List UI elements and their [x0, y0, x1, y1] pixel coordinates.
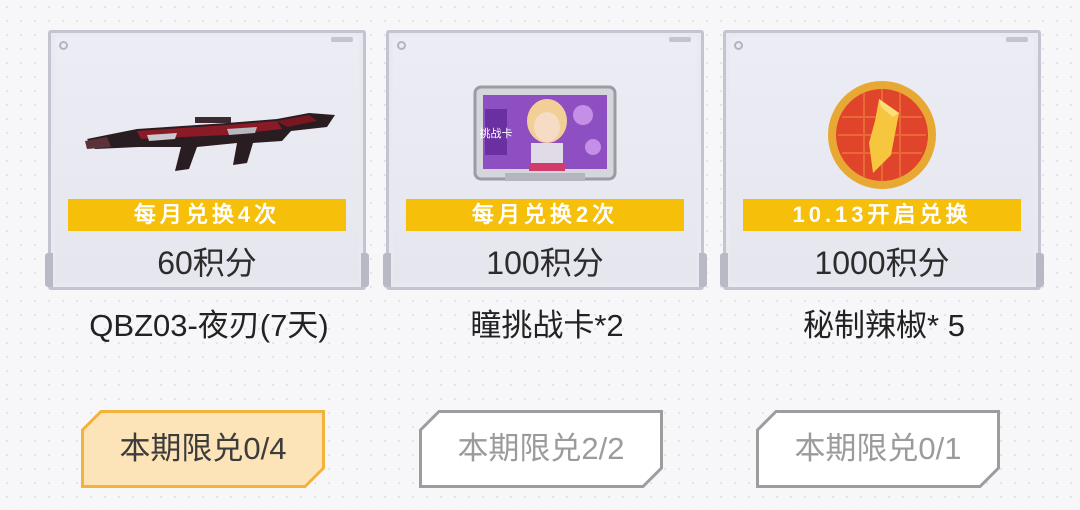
corner-notch-icon: [331, 37, 353, 42]
item-name: QBZ03-夜刃(7天): [89, 308, 329, 343]
item-card[interactable]: 10.13开启兑换 1000积分: [720, 30, 1044, 290]
price-label: 1000积分: [814, 245, 950, 281]
exchange-item-challenge-card: 挑战卡 每月兑换2次 100积分 瞳挑战卡*2 本期限兑2/2: [382, 0, 712, 510]
card-image-text: 挑战卡: [480, 126, 513, 140]
corner-dot-icon: [59, 41, 68, 50]
exchange-button-label: 本期限兑0/4: [119, 431, 287, 466]
rifle-icon: [55, 77, 359, 207]
item-card[interactable]: 每月兑换4次 60积分: [45, 30, 369, 290]
corner-notch-icon: [1006, 37, 1028, 42]
monthly-limit-banner: 每月兑换4次: [68, 199, 346, 231]
item-name: 瞳挑战卡*2: [470, 308, 624, 343]
chili-coin-icon: [730, 77, 1034, 207]
corner-dot-icon: [734, 41, 743, 50]
exchange-button[interactable]: 本期限兑0/4: [81, 410, 325, 488]
challenge-card-icon: 挑战卡: [393, 77, 697, 207]
exchange-item-secret-chili: 10.13开启兑换 1000积分 秘制辣椒* 5 本期限兑0/1: [719, 0, 1049, 510]
item-card[interactable]: 挑战卡 每月兑换2次 100积分: [383, 30, 707, 290]
open-date-banner: 10.13开启兑换: [743, 199, 1021, 231]
exchange-button[interactable]: 本期限兑0/1: [756, 410, 1000, 488]
exchange-button[interactable]: 本期限兑2/2: [419, 410, 663, 488]
price-label: 60积分: [157, 245, 257, 281]
exchange-item-qbz03: 每月兑换4次 60积分 QBZ03-夜刃(7天) 本期限兑0/4: [44, 0, 374, 510]
exchange-button-label: 本期限兑2/2: [457, 431, 625, 466]
item-name: 秘制辣椒* 5: [803, 308, 965, 343]
corner-notch-icon: [669, 37, 691, 42]
exchange-button-label: 本期限兑0/1: [794, 431, 962, 466]
price-label: 100积分: [486, 245, 604, 281]
corner-dot-icon: [397, 41, 406, 50]
monthly-limit-banner: 每月兑换2次: [406, 199, 684, 231]
